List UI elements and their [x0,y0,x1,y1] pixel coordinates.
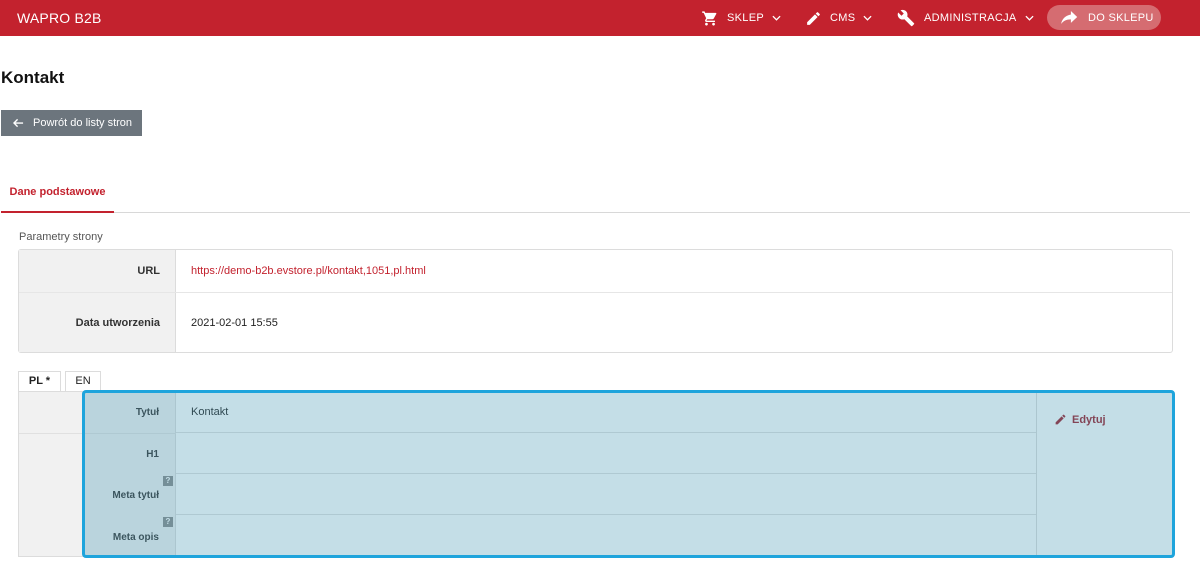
lang-tab-en[interactable]: EN [65,371,101,391]
row-label: Data utworzenia [19,293,176,352]
back-to-list-button[interactable]: Powrót do listy stron [1,110,142,136]
nav-sklep[interactable]: SKLEP [701,0,781,36]
section-label: Parametry strony [19,231,103,243]
tab-label: Dane podstawowe [9,186,106,198]
table-row: URL https://demo-b2b.evstore.pl/kontakt,… [19,250,1172,293]
nav-administracja[interactable]: ADMINISTRACJA [897,0,1034,36]
back-button-label: Powrót do listy stron [33,117,133,129]
chevron-down-icon [863,15,872,21]
selection-highlight [82,390,1175,558]
top-navbar: WAPRO B2B SKLEP CMS ADMINISTRACJA DO SKL [0,0,1200,36]
nav-label: ADMINISTRACJA [924,12,1017,24]
lang-tab-pl[interactable]: PL * [18,371,61,391]
table-row: Data utworzenia 2021-02-01 15:55 [19,293,1172,352]
params-table: URL https://demo-b2b.evstore.pl/kontakt,… [18,249,1173,353]
chevron-down-icon [1024,15,1034,21]
brand-logo[interactable]: WAPRO B2B [17,10,102,26]
cart-icon [701,10,719,27]
chevron-down-icon [772,15,781,21]
row-label: URL [19,250,176,292]
tab-dane-podstawowe[interactable]: Dane podstawowe [1,186,114,213]
pencil-icon [805,10,822,27]
share-arrow-icon [1061,10,1078,25]
created-date-value: 2021-02-01 15:55 [191,316,278,329]
wrench-icon [897,9,915,27]
nav-label: SKLEP [727,12,764,24]
url-value: https://demo-b2b.evstore.pl/kontakt,1051… [176,250,1172,292]
url-link[interactable]: https://demo-b2b.evstore.pl/kontakt,1051… [191,265,426,277]
go-to-shop-button[interactable]: DO SKLEPU [1047,5,1161,30]
nav-cms[interactable]: CMS [805,0,872,36]
arrow-left-icon [13,118,24,128]
page-title: Kontakt [1,68,65,87]
tabs-divider [1,212,1190,213]
shop-button-label: DO SKLEPU [1088,11,1154,24]
nav-label: CMS [830,12,856,24]
